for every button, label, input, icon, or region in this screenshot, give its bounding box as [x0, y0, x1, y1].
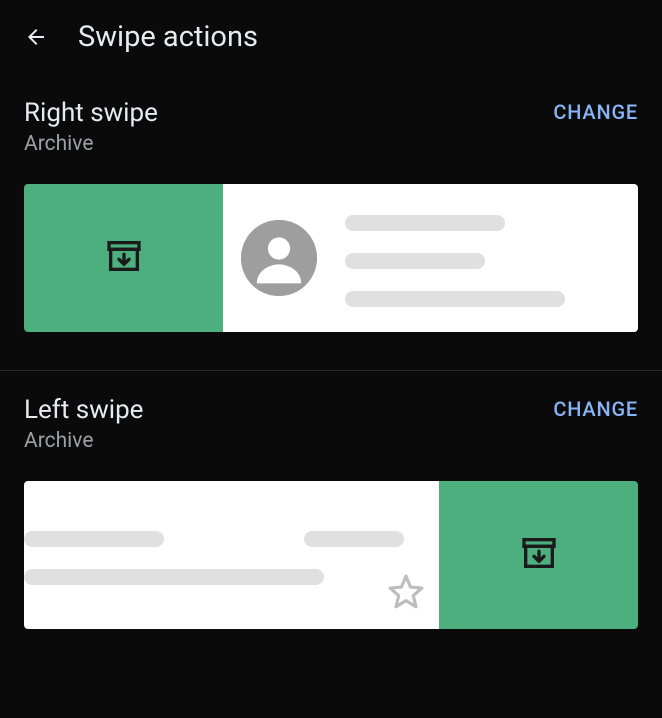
left-swipe-subtitle: Archive	[24, 429, 143, 453]
left-swipe-message-preview	[24, 481, 439, 629]
message-lines	[345, 209, 620, 307]
right-swipe-change-button[interactable]: CHANGE	[553, 98, 638, 124]
right-swipe-titles: Right swipe Archive	[24, 98, 158, 156]
message-lines	[24, 525, 421, 585]
right-swipe-subtitle: Archive	[24, 132, 158, 156]
left-swipe-section: Left swipe Archive CHANGE	[0, 371, 662, 629]
left-swipe-title: Left swipe	[24, 395, 143, 425]
archive-icon	[104, 236, 144, 280]
left-swipe-change-button[interactable]: CHANGE	[553, 395, 638, 421]
left-swipe-preview	[24, 481, 638, 629]
right-swipe-action-panel	[24, 184, 223, 332]
placeholder-line	[24, 531, 164, 547]
right-swipe-header: Right swipe Archive CHANGE	[24, 98, 638, 156]
back-arrow-icon[interactable]	[24, 25, 48, 49]
header: Swipe actions	[0, 0, 662, 74]
right-swipe-section: Right swipe Archive CHANGE	[0, 74, 662, 332]
right-swipe-title: Right swipe	[24, 98, 158, 128]
placeholder-line	[304, 531, 404, 547]
avatar-icon	[241, 220, 317, 296]
placeholder-line	[345, 215, 505, 231]
page-title: Swipe actions	[78, 20, 258, 54]
left-swipe-header: Left swipe Archive CHANGE	[24, 395, 638, 453]
right-swipe-preview	[24, 184, 638, 332]
star-icon	[387, 573, 425, 615]
right-swipe-message-preview	[223, 184, 638, 332]
archive-icon	[519, 533, 559, 577]
left-swipe-titles: Left swipe Archive	[24, 395, 143, 453]
placeholder-line	[345, 291, 565, 307]
placeholder-line	[345, 253, 485, 269]
left-swipe-action-panel	[439, 481, 638, 629]
placeholder-line	[24, 569, 324, 585]
